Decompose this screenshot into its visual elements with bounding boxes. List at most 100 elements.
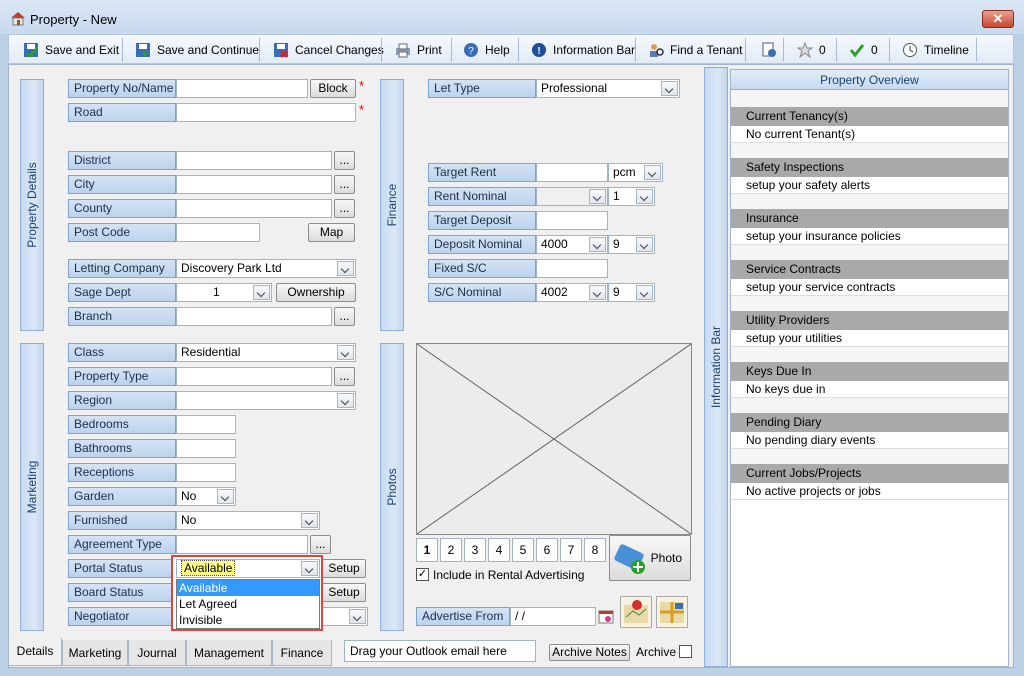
advertise-from-field[interactable]: / / <box>510 607 596 626</box>
bathrooms-field[interactable] <box>176 439 236 458</box>
overview-utility-providers[interactable]: Utility Providers setup your utilities <box>731 311 1008 362</box>
deposit-nominal-select[interactable]: 9 <box>608 235 655 254</box>
property-no-name-field[interactable] <box>176 79 308 98</box>
class-select[interactable]: Residential <box>176 343 356 362</box>
photo-tab-3[interactable]: 3 <box>464 538 486 562</box>
street-map-icon[interactable] <box>656 596 688 628</box>
chevron-down-icon[interactable] <box>589 237 606 252</box>
photo-tab-1[interactable]: 1 <box>416 538 438 562</box>
stars-button[interactable]: 0 <box>796 39 826 61</box>
chevron-down-icon[interactable] <box>301 513 318 528</box>
photo-tab-6[interactable]: 6 <box>536 538 558 562</box>
photo-tab-4[interactable]: 4 <box>488 538 510 562</box>
target-deposit-field[interactable] <box>536 211 608 230</box>
overview-service-contracts[interactable]: Service Contracts setup your service cont… <box>731 260 1008 311</box>
tab-journal[interactable]: Journal <box>128 640 186 666</box>
chevron-down-icon[interactable] <box>644 165 661 180</box>
city-lookup-button[interactable]: ... <box>334 175 355 194</box>
chevron-down-icon[interactable] <box>589 285 606 300</box>
sc-nominal-select[interactable]: 9 <box>608 283 655 302</box>
information-bar-button[interactable]: ! Information Bar <box>531 39 635 61</box>
photo-tab-7[interactable]: 7 <box>560 538 582 562</box>
county-lookup-button[interactable]: ... <box>334 199 355 218</box>
archive-notes-button[interactable]: Archive Notes <box>549 644 630 661</box>
help-button[interactable]: ? Help <box>463 39 510 61</box>
chevron-down-icon[interactable] <box>253 285 270 300</box>
checks-button[interactable]: 0 <box>849 39 878 61</box>
chevron-down-icon[interactable] <box>661 81 678 96</box>
sc-nominal-code-select[interactable]: 4002 <box>536 283 608 302</box>
chevron-down-icon[interactable] <box>636 285 653 300</box>
district-field[interactable] <box>176 151 332 170</box>
furnished-select[interactable]: No <box>176 511 320 530</box>
overview-pending-diary[interactable]: Pending Diary No pending diary events <box>731 413 1008 464</box>
branch-field[interactable] <box>176 307 332 326</box>
overview-current-tenancy[interactable]: Current Tenancy(s) No current Tenant(s) <box>731 107 1008 158</box>
rent-nominal-select[interactable]: 1 <box>608 187 655 206</box>
property-type-lookup-button[interactable]: ... <box>334 367 355 386</box>
document-button[interactable] <box>761 39 777 61</box>
chevron-down-icon[interactable] <box>636 189 653 204</box>
city-field[interactable] <box>176 175 332 194</box>
timeline-button[interactable]: Timeline <box>902 39 969 61</box>
chevron-down-icon[interactable] <box>301 561 318 576</box>
print-button[interactable]: Print <box>395 39 442 61</box>
overview-insurance[interactable]: Insurance setup your insurance policies <box>731 209 1008 260</box>
calendar-icon[interactable] <box>598 608 614 624</box>
district-lookup-button[interactable]: ... <box>334 151 355 170</box>
board-setup-button[interactable]: Setup <box>322 583 366 602</box>
receptions-field[interactable] <box>176 463 236 482</box>
tab-details[interactable]: Details <box>8 638 62 666</box>
ownership-button[interactable]: Ownership <box>276 283 356 302</box>
chevron-down-icon[interactable] <box>337 393 354 408</box>
sage-dept-select[interactable]: 1 <box>176 283 272 302</box>
portal-option-let-agreed[interactable]: Let Agreed <box>177 596 319 612</box>
information-bar-section[interactable]: Information Bar <box>704 67 728 667</box>
chevron-down-icon[interactable] <box>349 609 366 624</box>
portal-option-invisible[interactable]: Invisible <box>177 612 319 628</box>
save-continue-button[interactable]: Save and Continue <box>135 39 259 61</box>
chevron-down-icon[interactable] <box>636 237 653 252</box>
map-pin-icon[interactable] <box>620 596 652 628</box>
garden-select[interactable]: No <box>176 487 236 506</box>
target-rent-field[interactable] <box>536 163 608 182</box>
region-select[interactable] <box>176 391 356 410</box>
deposit-nominal-code-select[interactable]: 4000 <box>536 235 608 254</box>
portal-status-select[interactable]: Available <box>176 559 320 578</box>
overview-safety-inspections[interactable]: Safety Inspections setup your safety aler… <box>731 158 1008 209</box>
photo-tab-2[interactable]: 2 <box>440 538 462 562</box>
fixed-sc-field[interactable] <box>536 259 608 278</box>
tab-management[interactable]: Management <box>186 640 272 666</box>
include-advertising-checkbox[interactable]: ✓ <box>416 568 429 581</box>
photo-tab-5[interactable]: 5 <box>512 538 534 562</box>
portal-setup-button[interactable]: Setup <box>322 559 366 578</box>
close-button[interactable]: ✕ <box>982 10 1014 28</box>
block-button[interactable]: Block <box>310 79 356 98</box>
post-code-field[interactable] <box>176 223 260 242</box>
find-tenant-button[interactable]: Find a Tenant <box>648 39 743 61</box>
map-button[interactable]: Map <box>308 223 355 242</box>
branch-lookup-button[interactable]: ... <box>334 307 355 326</box>
add-photo-button[interactable]: Photo <box>609 535 691 581</box>
chevron-down-icon[interactable] <box>217 489 234 504</box>
overview-current-jobs[interactable]: Current Jobs/Projects No active projects … <box>731 464 1008 500</box>
tab-finance[interactable]: Finance <box>272 640 332 666</box>
road-field[interactable] <box>176 103 356 122</box>
overview-keys-due-in[interactable]: Keys Due In No keys due in <box>731 362 1008 413</box>
chevron-down-icon[interactable] <box>337 345 354 360</box>
rent-period-select[interactable]: pcm <box>608 163 663 182</box>
chevron-down-icon[interactable] <box>337 261 354 276</box>
photo-placeholder[interactable] <box>416 343 692 535</box>
portal-option-available[interactable]: Available <box>177 580 319 596</box>
agreement-type-lookup-button[interactable]: ... <box>310 535 331 554</box>
tab-marketing[interactable]: Marketing <box>62 640 128 666</box>
letting-company-select[interactable]: Discovery Park Ltd <box>176 259 356 278</box>
bedrooms-field[interactable] <box>176 415 236 434</box>
photo-tab-8[interactable]: 8 <box>584 538 606 562</box>
save-exit-button[interactable]: Save and Exit <box>23 39 119 61</box>
cancel-changes-button[interactable]: Cancel Changes <box>273 39 384 61</box>
let-type-select[interactable]: Professional <box>536 79 680 98</box>
property-type-field[interactable] <box>176 367 332 386</box>
agreement-type-field[interactable] <box>176 535 308 554</box>
archive-checkbox[interactable] <box>679 645 692 658</box>
